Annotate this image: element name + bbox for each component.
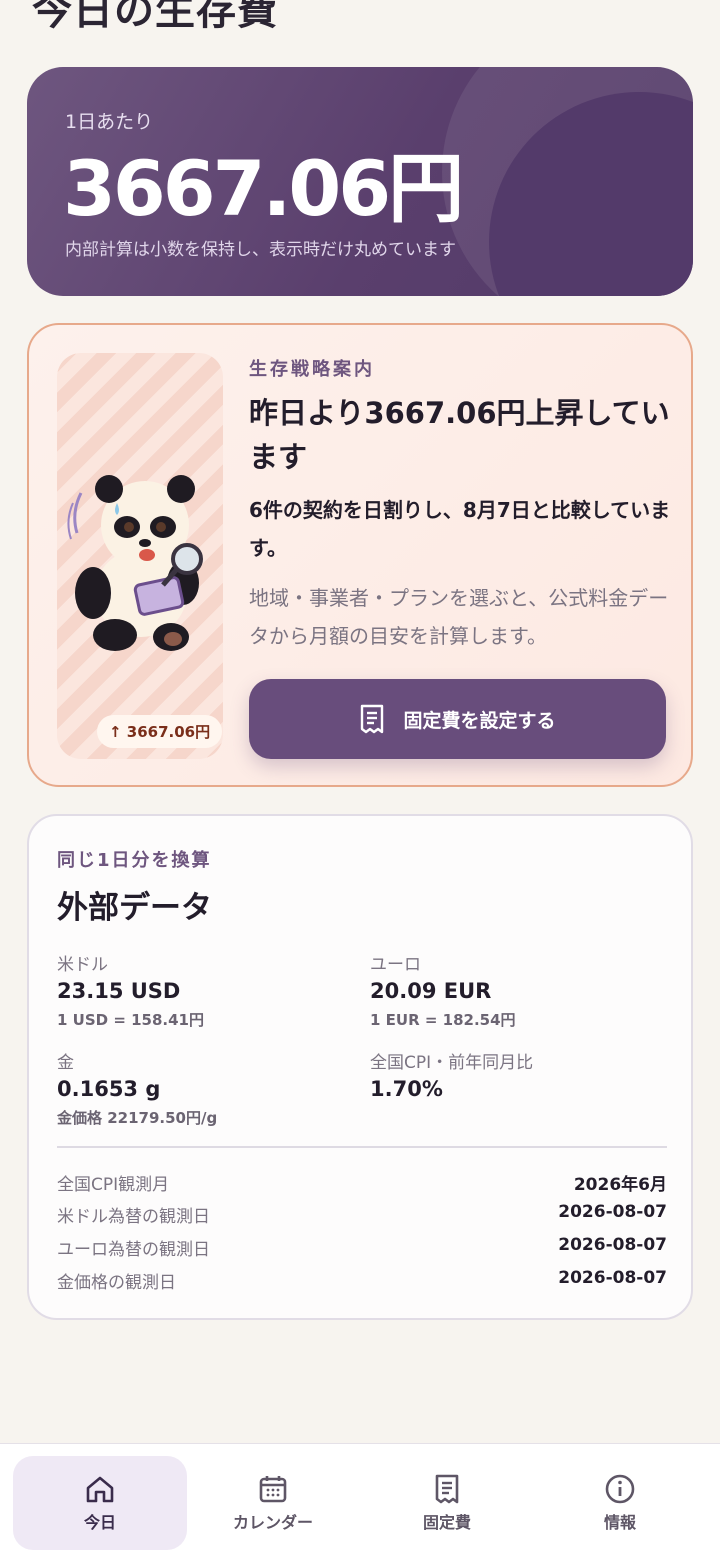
receipt-icon xyxy=(435,1474,459,1504)
external-data-card: 同じ1日分を換算 外部データ 米ドル 23.15 USD 1 USD = 158… xyxy=(27,814,693,1320)
daily-cost-label: 1日あたり xyxy=(65,111,154,133)
mascot-panel: ↑ 3667.06円 xyxy=(57,353,223,759)
observation-value: 2026-08-07 xyxy=(558,1268,667,1288)
bottom-navigation: 今日 カレンダー 固定費 情報 xyxy=(0,1443,720,1561)
nav-item-fixed-costs[interactable]: 固定費 xyxy=(360,1456,534,1550)
metric-rate: 金価格 22179.50円/g xyxy=(57,1109,218,1127)
observation-row: 全国CPI観測月 2026年6月 xyxy=(57,1170,667,1195)
observation-value: 2026年6月 xyxy=(573,1175,667,1195)
metric-label: 金 xyxy=(57,1053,74,1073)
calendar-icon xyxy=(259,1476,287,1503)
page-title: 今日の生存費 xyxy=(32,0,278,34)
metric-value: 1.70% xyxy=(370,1077,443,1101)
observation-label: ユーロ為替の観測日 xyxy=(57,1240,210,1260)
daily-cost-card: 1日あたり 3667.06円 内部計算は小数を保持し、表示時だけ丸めています xyxy=(27,67,693,296)
strategy-card: ↑ 3667.06円 生存戦略案内 昨日より3667.06円上昇しています 6件… xyxy=(27,323,693,787)
external-title: 外部データ xyxy=(57,890,212,926)
info-icon xyxy=(605,1474,635,1504)
metric-label: 米ドル xyxy=(57,955,108,975)
observation-label: 金価格の観測日 xyxy=(57,1273,176,1293)
metric-eur: ユーロ 20.09 EUR 1 EUR = 182.54円 xyxy=(370,950,670,1030)
strategy-kicker: 生存戦略案内 xyxy=(249,359,375,380)
metric-rate: 1 EUR = 182.54円 xyxy=(370,1011,516,1029)
strategy-subtext: 地域・事業者・プランを選ぶと、公式料金データから月額の目安を計算します。 xyxy=(249,586,669,648)
observation-row: 米ドル為替の観測日 2026-08-07 xyxy=(57,1202,667,1227)
metric-value: 20.09 EUR xyxy=(370,979,492,1003)
external-kicker: 同じ1日分を換算 xyxy=(57,850,212,871)
set-fixed-costs-label: 固定費を設定する xyxy=(403,709,556,732)
daily-cost-note: 内部計算は小数を保持し、表示時だけ丸めています xyxy=(65,240,456,260)
nav-label: 情報 xyxy=(603,1513,636,1532)
observation-row: ユーロ為替の観測日 2026-08-07 xyxy=(57,1235,667,1260)
metric-label: 全国CPI・前年同月比 xyxy=(370,1053,534,1073)
observation-row: 金価格の観測日 2026-08-07 xyxy=(57,1268,667,1293)
daily-cost-amount: 3667.06円 xyxy=(63,144,464,233)
strategy-body: 6件の契約を日割りし、8月7日と比較しています。 xyxy=(249,498,671,560)
panda-mascot-icon xyxy=(67,475,203,651)
observation-label: 米ドル為替の観測日 xyxy=(57,1207,210,1227)
nav-item-info[interactable]: 情報 xyxy=(533,1456,707,1550)
metric-usd: 米ドル 23.15 USD 1 USD = 158.41円 xyxy=(57,950,357,1030)
nav-item-calendar[interactable]: カレンダー xyxy=(186,1456,360,1550)
today-screen: 今日の生存費 1日あたり 3667.06円 内部計算は小数を保持し、表示時だけ丸… xyxy=(0,0,720,1561)
observation-label: 全国CPI観測月 xyxy=(57,1175,170,1195)
observation-value: 2026-08-07 xyxy=(558,1202,667,1222)
metric-label: ユーロ xyxy=(370,955,421,975)
metric-gold: 金 0.1653 g 金価格 22179.50円/g xyxy=(57,1048,357,1128)
metric-value: 0.1653 g xyxy=(57,1077,161,1101)
change-badge: ↑ 3667.06円 xyxy=(97,715,223,748)
observation-value: 2026-08-07 xyxy=(558,1235,667,1255)
nav-label: 固定費 xyxy=(422,1513,471,1532)
receipt-icon xyxy=(361,704,384,734)
metric-rate: 1 USD = 158.41円 xyxy=(57,1011,204,1029)
nav-label: カレンダー xyxy=(232,1513,313,1532)
metric-value: 23.15 USD xyxy=(57,979,181,1003)
nav-item-today[interactable]: 今日 xyxy=(13,1456,187,1550)
strategy-headline: 昨日より3667.06円上昇しています xyxy=(249,396,670,474)
set-fixed-costs-button[interactable]: 固定費を設定する xyxy=(249,679,666,759)
divider xyxy=(57,1146,667,1148)
metric-cpi: 全国CPI・前年同月比 1.70% xyxy=(370,1048,670,1101)
nav-label: 今日 xyxy=(83,1513,116,1532)
home-icon xyxy=(86,1476,114,1503)
